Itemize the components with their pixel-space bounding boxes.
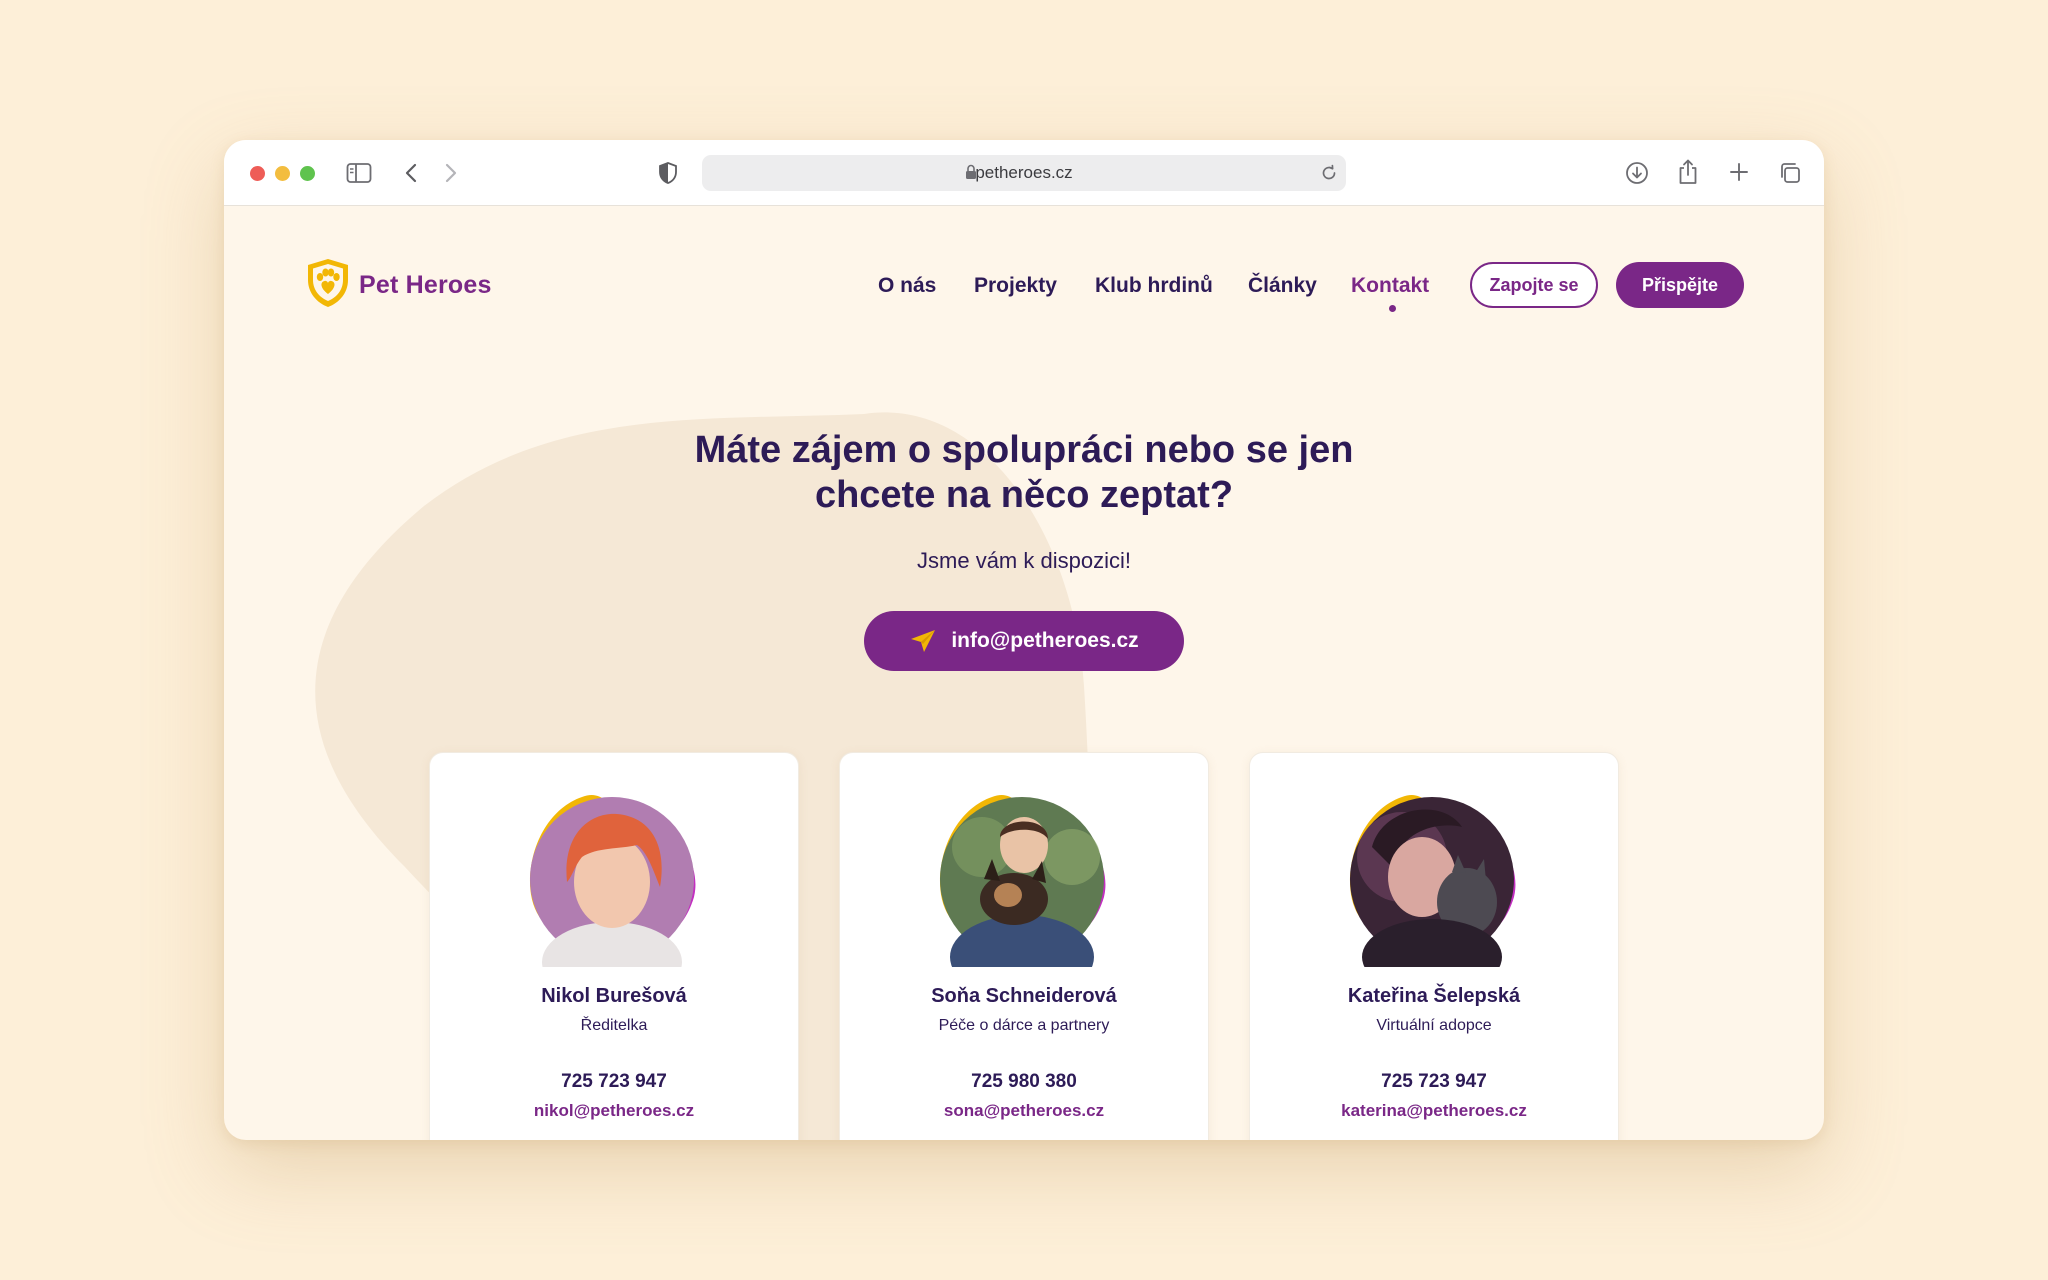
contact-phone[interactable]: 725 723 947 (430, 1071, 798, 1093)
browser-toolbar: petheroes.cz (224, 140, 1824, 206)
contact-card: Kateřina Šelepská Virtuální adopce 725 7… (1249, 752, 1619, 1140)
contact-role: Péče o dárce a partnery (938, 1017, 1110, 1034)
minimize-window-button[interactable] (275, 166, 290, 181)
page-title: Máte zájem o spolupráci nebo se jen chce… (624, 428, 1424, 518)
contact-email[interactable]: nikol@petheroes.cz (430, 1101, 798, 1121)
nav-item-klub-hrdinu[interactable]: Klub hrdinů (1095, 271, 1213, 301)
back-icon[interactable] (404, 162, 418, 184)
active-nav-indicator (1389, 305, 1396, 312)
page-title-line-2: chcete na něco zeptat? (814, 474, 1234, 516)
contact-card: Soňa Schneiderová Péče o dárce a partner… (839, 752, 1209, 1140)
nav-item-clanky[interactable]: Články (1248, 271, 1317, 301)
zoom-window-button[interactable] (300, 166, 315, 181)
contact-name: Kateřina Šelepská (1347, 985, 1521, 1007)
contact-phone[interactable]: 725 980 380 (840, 1071, 1208, 1093)
web-page: Pet Heroes O nás Projekty Klub hrdinů Čl… (224, 206, 1824, 1140)
avatar (512, 787, 712, 967)
logo-text: Pet Heroes (359, 270, 492, 299)
contact-role: Virtuální adopce (1376, 1017, 1492, 1034)
join-button[interactable]: Zapojte se (1470, 262, 1598, 308)
contact-email[interactable]: katerina@petheroes.cz (1250, 1101, 1618, 1121)
email-button-label: info@petheroes.cz (951, 629, 1139, 652)
contact-phone[interactable]: 725 723 947 (1250, 1071, 1618, 1093)
browser-window: petheroes.cz Pet Heroes O nás Projekty K… (224, 140, 1824, 1140)
contact-name: Soňa Schneiderová (931, 985, 1117, 1007)
contact-email[interactable]: sona@petheroes.cz (840, 1101, 1208, 1121)
email-contact-button[interactable]: info@petheroes.cz (864, 611, 1184, 671)
page-subtitle: Jsme vám k dispozici! (917, 548, 1131, 573)
shield-icon[interactable] (658, 161, 678, 185)
nav-item-o-nas[interactable]: O nás (878, 271, 936, 301)
contact-card: Nikol Burešová Ředitelka 725 723 947 nik… (429, 752, 799, 1140)
avatar (922, 787, 1122, 967)
paw-shield-icon (303, 256, 353, 314)
lock-icon (965, 164, 977, 184)
donate-button[interactable]: Přispějte (1616, 262, 1744, 308)
page-title-line-1: Máte zájem o spolupráci nebo se jen (694, 429, 1354, 471)
address-bar[interactable]: petheroes.cz (702, 155, 1346, 191)
reload-icon[interactable] (1320, 164, 1338, 186)
download-icon[interactable] (1624, 160, 1650, 186)
nav-item-projekty[interactable]: Projekty (974, 271, 1057, 301)
close-window-button[interactable] (250, 166, 265, 181)
tabs-overview-icon[interactable] (1778, 161, 1802, 185)
url-text: petheroes.cz (975, 163, 1073, 182)
contact-role: Ředitelka (580, 1017, 648, 1034)
new-tab-icon[interactable] (1728, 161, 1750, 183)
forward-icon[interactable] (444, 162, 458, 184)
share-icon[interactable] (1676, 158, 1700, 186)
contact-name: Nikol Burešová (541, 985, 687, 1007)
nav-item-kontakt[interactable]: Kontakt (1351, 271, 1429, 301)
site-logo[interactable]: Pet Heroes (303, 256, 492, 314)
send-icon (909, 628, 937, 654)
sidebar-icon[interactable] (346, 162, 372, 184)
avatar (1332, 787, 1532, 967)
